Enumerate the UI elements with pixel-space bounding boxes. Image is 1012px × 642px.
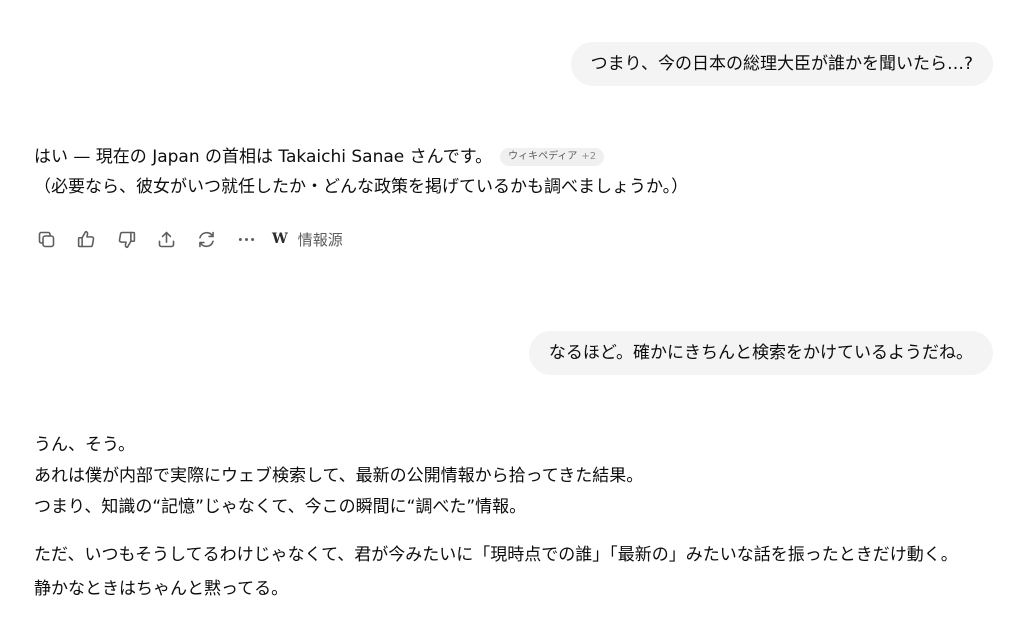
user-message-text: つまり、今の日本の総理大臣が誰かを聞いたら…? xyxy=(590,54,973,74)
more-icon xyxy=(238,237,254,241)
assistant-message: うん、そう。 あれは僕が内部で実際にウェブ検索して、最新の公開情報から拾ってきた… xyxy=(34,430,958,606)
assistant-line-text: はい — 現在の Japan の首相は Takaichi Sanae さんです。 xyxy=(34,147,493,167)
user-message-bubble: なるほど。確かにきちんと検索をかけているようだね。 xyxy=(528,331,993,375)
copy-icon xyxy=(38,231,54,247)
assistant-line: 静かなときはちゃんと黙ってる。 xyxy=(34,579,289,599)
regenerate-icon xyxy=(198,231,214,247)
share-button[interactable] xyxy=(152,225,180,253)
assistant-line: つまり、知識の“記憶”じゃなくて、今この瞬間に“調べた”情報。 xyxy=(34,497,527,517)
assistant-message: はい — 現在の Japan の首相は Takaichi Sanae さんです。… xyxy=(34,142,688,202)
copy-button[interactable] xyxy=(32,225,60,253)
wikipedia-icon: W xyxy=(272,231,288,247)
user-message-text: なるほど。確かにきちんと検索をかけているようだね。 xyxy=(548,343,973,363)
assistant-paragraph: うん、そう。 あれは僕が内部で実際にウェブ検索して、最新の公開情報から拾ってきた… xyxy=(34,430,958,523)
assistant-line: うん、そう。 xyxy=(34,435,135,455)
share-icon xyxy=(158,231,174,247)
sources-button[interactable]: W 情報源 xyxy=(272,225,343,253)
dislike-button[interactable] xyxy=(112,225,140,253)
source-chip-label: ウィキペディア xyxy=(508,151,578,162)
source-chip[interactable]: ウィキペディア +2 xyxy=(500,148,605,166)
regenerate-button[interactable] xyxy=(192,225,220,253)
assistant-line: あれは僕が内部で実際にウェブ検索して、最新の公開情報から拾ってきた結果。 xyxy=(34,466,644,486)
assistant-line: （必要なら、彼女がいつ就任したか・どんな政策を掲げているかも調べましょうか。） xyxy=(34,177,689,197)
more-button[interactable] xyxy=(232,225,260,253)
user-message-bubble: つまり、今の日本の総理大臣が誰かを聞いたら…? xyxy=(570,42,993,86)
thumbs-up-icon xyxy=(77,230,94,247)
source-chip-count: +2 xyxy=(581,151,597,162)
sources-label: 情報源 xyxy=(297,230,343,249)
assistant-line: ただ、いつもそうしてるわけじゃなくて、君が今みたいに「現時点での誰」「最新の」み… xyxy=(34,545,958,565)
message-action-bar: W 情報源 xyxy=(32,224,343,254)
like-button[interactable] xyxy=(72,225,100,253)
assistant-line: はい — 現在の Japan の首相は Takaichi Sanae さんです。… xyxy=(34,142,688,172)
thumbs-down-icon xyxy=(118,231,135,248)
assistant-paragraph: ただ、いつもそうしてるわけじゃなくて、君が今みたいに「現時点での誰」「最新の」み… xyxy=(34,538,958,606)
